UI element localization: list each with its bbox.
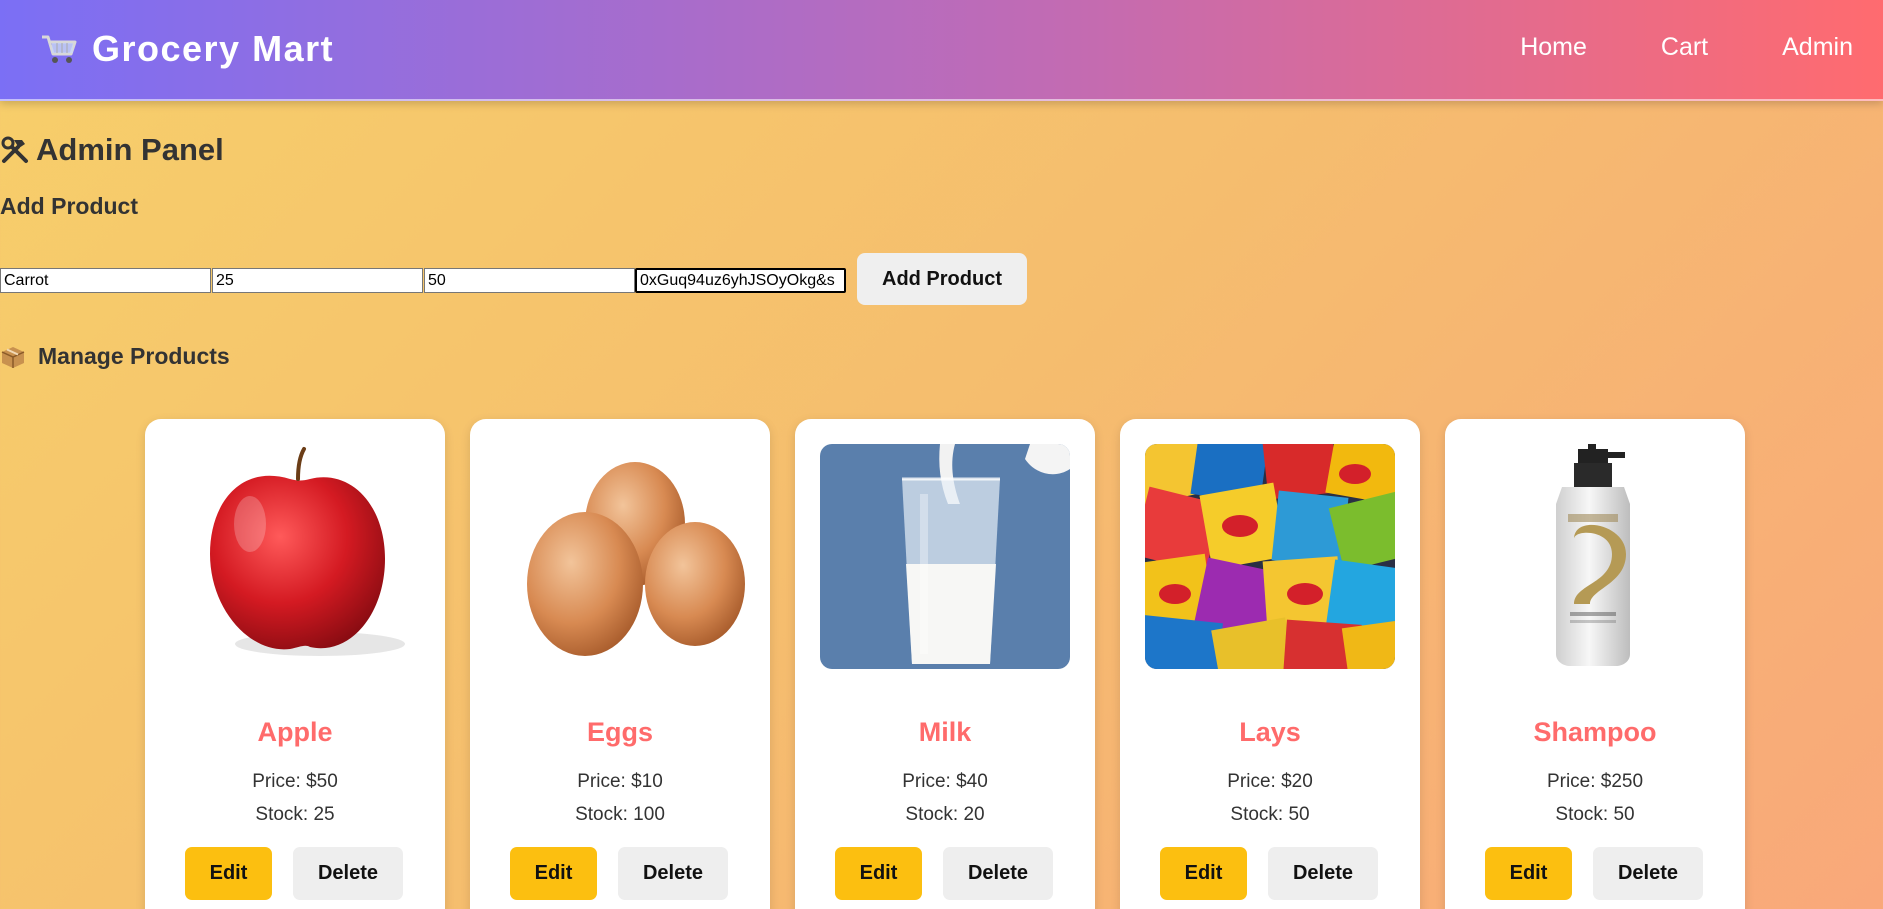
product-image-url-input[interactable] (635, 268, 846, 293)
nav-link-cart[interactable]: Cart (1661, 33, 1708, 62)
edit-button[interactable]: Edit (1160, 847, 1247, 900)
product-image-apple (170, 444, 420, 669)
delete-button[interactable]: Delete (293, 847, 403, 900)
admin-panel-title: Admin Panel (0, 132, 224, 168)
product-price: Price: $40 (902, 771, 988, 792)
edit-button[interactable]: Edit (1485, 847, 1572, 900)
product-card-shampoo: Shampoo Price: $250 Stock: 50 Edit Delet… (1445, 419, 1745, 909)
product-card-eggs: Eggs Price: $10 Stock: 100 Edit Delete (470, 419, 770, 909)
product-name: Eggs (586, 717, 653, 747)
shopping-cart-icon (40, 32, 78, 66)
add-product-heading: Add Product (0, 193, 138, 219)
product-card-apple: Apple Price: $50 Stock: 25 Edit Delete (145, 419, 445, 909)
admin-panel-title-text: Admin Panel (36, 132, 224, 167)
brand-name: Grocery Mart (92, 28, 335, 69)
product-stock: Stock: 50 (1555, 804, 1635, 825)
add-product-button[interactable]: Add Product (857, 253, 1027, 305)
product-stock: Stock: 25 (255, 804, 335, 825)
product-image-lays (1145, 444, 1395, 669)
product-stock: Stock: 20 (905, 804, 985, 825)
product-price-input[interactable] (212, 268, 423, 293)
edit-button[interactable]: Edit (185, 847, 272, 900)
product-card-milk: Milk Price: $40 Stock: 20 Edit Delete (795, 419, 1095, 909)
product-name: Apple (257, 717, 333, 747)
product-name: Milk (918, 717, 972, 747)
brand[interactable]: Grocery Mart (40, 28, 334, 70)
nav-links: Home Cart Admin (1520, 33, 1853, 62)
edit-button[interactable]: Edit (510, 847, 597, 900)
product-name-input[interactable] (0, 268, 211, 293)
product-stock-input[interactable] (424, 268, 635, 293)
package-icon (0, 345, 26, 369)
nav-link-admin[interactable]: Admin (1782, 33, 1853, 62)
product-card-lays: Lays Price: $20 Stock: 50 Edit Delete (1120, 419, 1420, 909)
delete-button[interactable]: Delete (618, 847, 728, 900)
product-stock: Stock: 50 (1230, 804, 1310, 825)
product-price: Price: $50 (252, 771, 338, 792)
product-image-milk (820, 444, 1070, 669)
hammer-wrench-icon (0, 135, 30, 165)
delete-button[interactable]: Delete (1268, 847, 1378, 900)
edit-button[interactable]: Edit (835, 847, 922, 900)
nav-link-home[interactable]: Home (1520, 33, 1587, 62)
product-price: Price: $250 (1546, 771, 1644, 792)
delete-button[interactable]: Delete (943, 847, 1053, 900)
product-name: Shampoo (1533, 717, 1657, 747)
manage-products-heading: Manage Products (0, 343, 230, 370)
product-image-shampoo (1470, 444, 1720, 669)
product-image-eggs (495, 444, 745, 669)
product-price: Price: $10 (577, 771, 663, 792)
top-navbar: Grocery Mart Home Cart Admin (0, 0, 1883, 101)
manage-products-title-text: Manage Products (38, 343, 230, 369)
product-price: Price: $20 (1227, 771, 1313, 792)
product-name: Lays (1239, 717, 1301, 747)
delete-button[interactable]: Delete (1593, 847, 1703, 900)
product-stock: Stock: 100 (575, 804, 665, 825)
